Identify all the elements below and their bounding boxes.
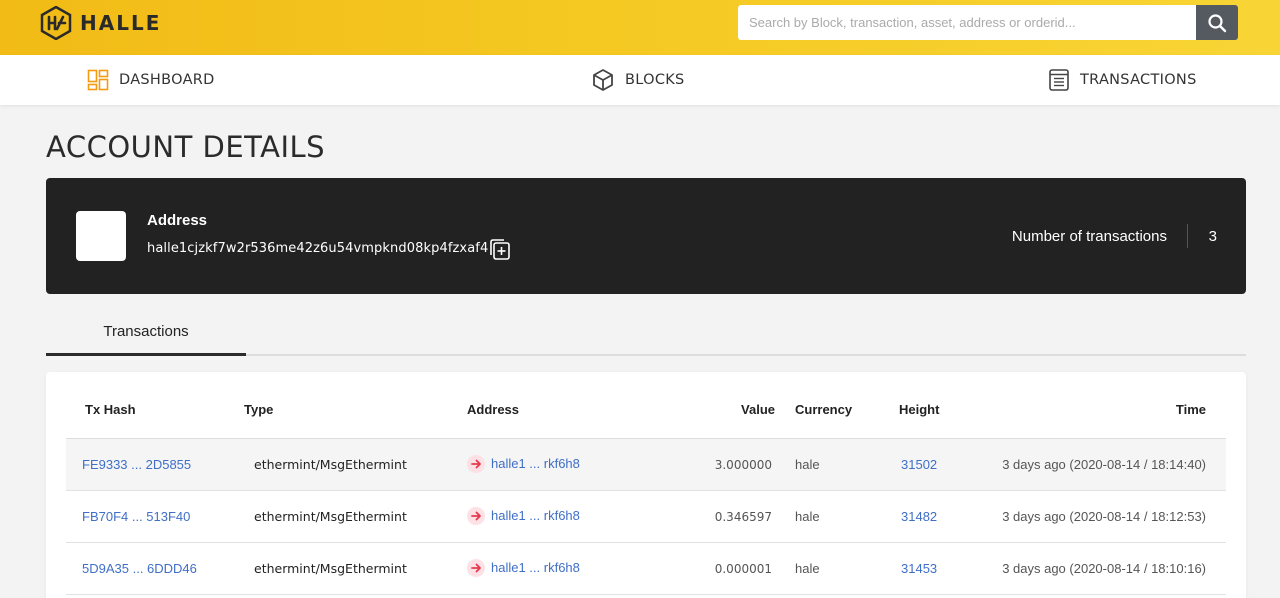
tx-value: 0.346597 [714, 510, 772, 524]
tx-count-divider [1187, 224, 1188, 248]
page-title: ACCOUNT DETAILS [46, 130, 326, 164]
tx-address-link[interactable]: halle1 ... rkf6h8 [491, 456, 580, 472]
tx-currency: hale [795, 561, 820, 576]
dashboard-icon [87, 69, 109, 91]
nav-dashboard[interactable]: DASHBOARD [87, 55, 215, 105]
search-icon [1208, 13, 1227, 32]
account-address[interactable]: halle1cjzkf7w2r536me42z6u54vmpknd08kp4fz… [147, 241, 488, 256]
tx-address-link[interactable]: halle1 ... rkf6h8 [491, 508, 580, 524]
tx-address: halle1 ... rkf6h8 [467, 559, 580, 577]
search-input[interactable] [738, 5, 1196, 40]
main-nav: DASHBOARD BLOCKS TRANSACTIONS [0, 55, 1280, 105]
outgoing-arrow-icon [467, 507, 485, 525]
search-bar [738, 5, 1238, 40]
brand-name: HALLE [80, 11, 162, 35]
tx-count-label: Number of transactions [1011, 228, 1167, 245]
tx-address-link[interactable]: halle1 ... rkf6h8 [491, 560, 580, 576]
nav-blocks[interactable]: BLOCKS [591, 55, 685, 105]
tx-hash-link[interactable]: FE9333 ... 2D5855 [82, 457, 191, 473]
tx-value: 3.000000 [714, 458, 772, 472]
outgoing-arrow-icon [467, 455, 485, 473]
tx-height-link[interactable]: 31502 [901, 457, 937, 473]
tx-time: 3 days ago (2020-08-14 / 18:10:16) [1002, 561, 1206, 576]
tx-count-value: 3 [1208, 228, 1217, 245]
outgoing-arrow-icon [467, 559, 485, 577]
document-list-icon [1049, 69, 1069, 91]
cube-icon [593, 69, 613, 91]
col-time: Time [1175, 402, 1206, 417]
tx-time: 3 days ago (2020-08-14 / 18:12:53) [1002, 509, 1206, 524]
copy-icon[interactable] [488, 238, 512, 262]
nav-transactions-label: TRANSACTIONS [1080, 72, 1197, 88]
nav-dashboard-label: DASHBOARD [119, 72, 215, 88]
account-summary-card: Address halle1cjzkf7w2r536me42z6u54vmpkn… [46, 178, 1246, 294]
halle-logo-icon [40, 6, 72, 40]
tx-type: ethermint/MsgEthermint [254, 561, 407, 576]
table-row: FE9333 ... 2D5855 ethermint/MsgEthermint… [66, 439, 1226, 491]
tx-currency: hale [795, 509, 820, 524]
tab-transactions[interactable]: Transactions [46, 312, 246, 356]
table-row: FB70F4 ... 513F40 ethermint/MsgEthermint… [66, 491, 1226, 543]
table-header: Tx Hash Type Address Value Currency Heig… [66, 372, 1226, 439]
top-header: HALLE [0, 0, 1280, 55]
tx-address: halle1 ... rkf6h8 [467, 507, 580, 525]
transactions-table: Tx Hash Type Address Value Currency Heig… [46, 372, 1246, 598]
tx-type: ethermint/MsgEthermint [254, 457, 407, 472]
nav-transactions[interactable]: TRANSACTIONS [1048, 55, 1197, 105]
account-avatar [76, 211, 126, 261]
table-row: 5D9A35 ... 6DDD46 ethermint/MsgEthermint… [66, 543, 1226, 595]
tx-hash-link[interactable]: 5D9A35 ... 6DDD46 [82, 561, 197, 577]
tx-height-link[interactable]: 31453 [901, 561, 937, 577]
col-value: Value [741, 402, 775, 417]
tx-hash-link[interactable]: FB70F4 ... 513F40 [82, 509, 190, 525]
tx-type: ethermint/MsgEthermint [254, 509, 407, 524]
search-button[interactable] [1196, 5, 1238, 40]
col-type: Type [244, 402, 274, 417]
tx-value: 0.000001 [714, 562, 772, 576]
tx-address: halle1 ... rkf6h8 [467, 455, 580, 473]
tx-time: 3 days ago (2020-08-14 / 18:14:40) [1002, 457, 1206, 472]
tx-height-link[interactable]: 31482 [901, 509, 937, 525]
account-tabs: Transactions [46, 312, 1246, 356]
col-tx-hash: Tx Hash [85, 402, 136, 417]
tx-currency: hale [795, 457, 820, 472]
col-height: Height [899, 402, 940, 417]
brand-logo[interactable]: HALLE [40, 6, 161, 40]
nav-blocks-label: BLOCKS [625, 72, 685, 88]
address-label: Address [147, 212, 208, 229]
col-currency: Currency [795, 402, 853, 417]
col-address: Address [467, 402, 520, 417]
